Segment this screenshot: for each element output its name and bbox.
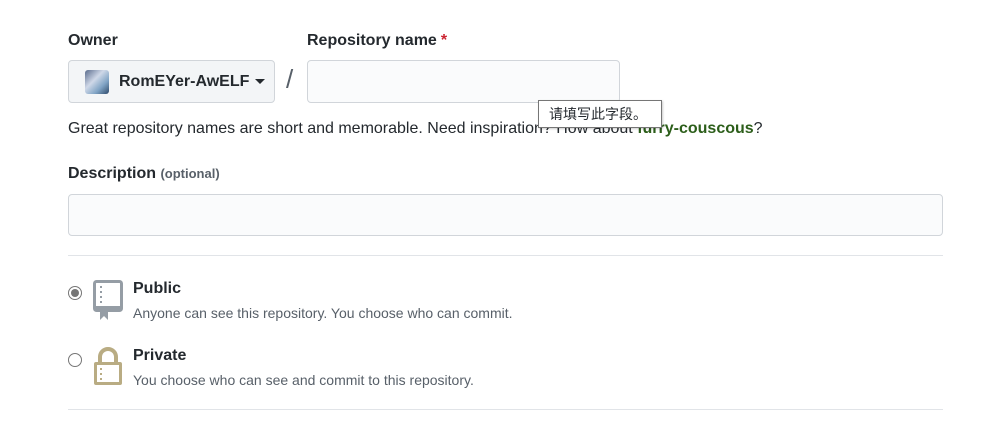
- private-title: Private: [133, 347, 187, 364]
- avatar: [85, 69, 109, 94]
- caret-down-icon: [255, 79, 266, 84]
- repo-name-label-text: Repository name: [307, 32, 437, 49]
- owner-repo-separator: /: [286, 64, 294, 94]
- divider: [68, 409, 943, 410]
- divider: [68, 255, 943, 256]
- public-radio[interactable]: [68, 286, 82, 300]
- owner-name: RomEYer-AwELF: [119, 72, 250, 90]
- hint-suffix: ?: [753, 120, 763, 137]
- owner-dropdown[interactable]: RomEYer-AwELF: [68, 60, 275, 103]
- owner-label: Owner: [68, 32, 118, 49]
- repo-book-icon: [93, 280, 123, 320]
- optional-note: (optional): [160, 166, 220, 181]
- public-desc: Anyone can see this repository. You choo…: [133, 305, 513, 321]
- description-input[interactable]: [68, 194, 943, 236]
- required-mark: *: [440, 32, 448, 49]
- repo-name-label: Repository name *: [307, 32, 447, 50]
- lock-icon: [94, 347, 122, 385]
- private-radio[interactable]: [68, 353, 82, 367]
- description-label-text: Description: [68, 165, 157, 182]
- repo-name-input[interactable]: [307, 60, 620, 103]
- description-label: Description (optional): [68, 165, 220, 183]
- validation-tooltip: 请填写此字段。: [538, 100, 662, 128]
- public-title: Public: [133, 280, 182, 297]
- private-desc: You choose who can see and commit to thi…: [133, 372, 474, 388]
